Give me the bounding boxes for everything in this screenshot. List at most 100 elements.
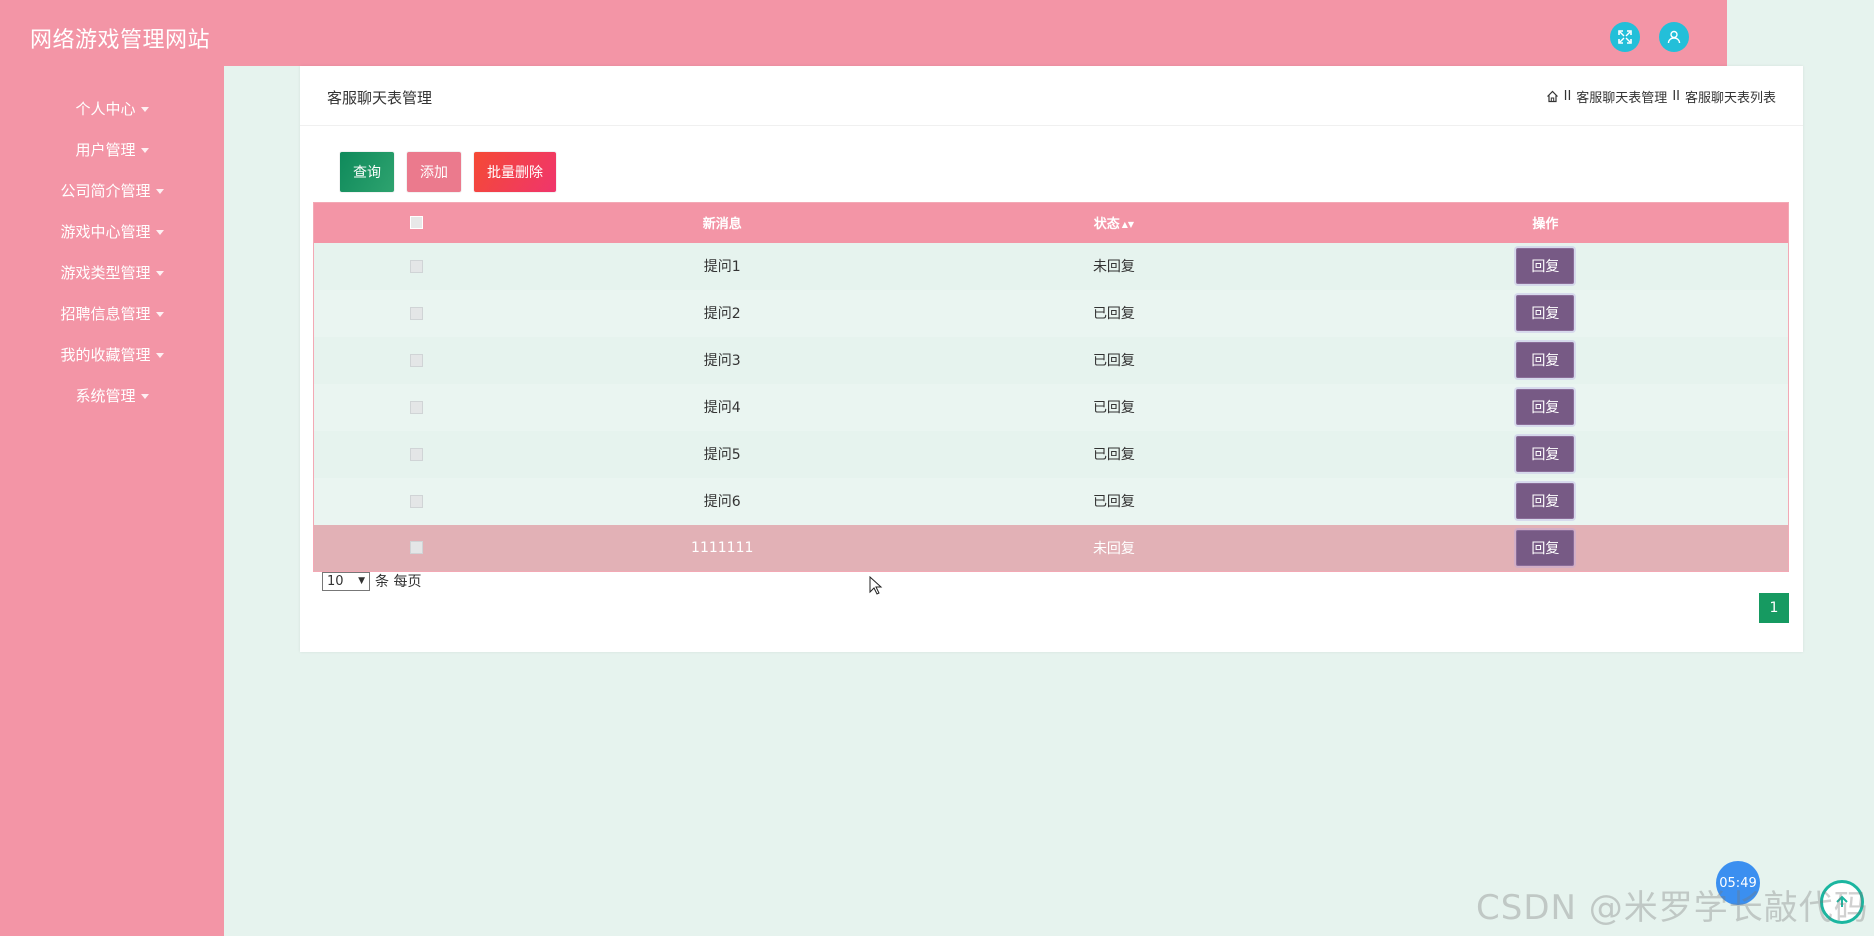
- reply-button[interactable]: 回复: [1516, 436, 1575, 472]
- sidebar-item-personal-center[interactable]: 个人中心: [0, 89, 224, 130]
- toolbar: 查询 添加 批量删除: [340, 152, 556, 192]
- message-cell: 提问3: [519, 336, 926, 384]
- row-checkbox[interactable]: [410, 353, 424, 367]
- status-cell: 已回复: [925, 430, 1303, 478]
- sidebar-menu: 个人中心 用户管理 公司简介管理 游戏中心管理 游戏类型管理 招聘信息管理 我的…: [0, 66, 224, 417]
- table-row: 提问5 已回复 回复: [313, 430, 1789, 478]
- table-row: 提问1 未回复 回复: [313, 242, 1789, 290]
- sidebar-item-label: 个人中心: [75, 100, 136, 118]
- select-all-checkbox[interactable]: [410, 216, 424, 230]
- operation-cell: 回复: [1302, 524, 1789, 572]
- dropdown-arrow-icon: ▼: [358, 576, 365, 586]
- row-checkbox-cell: [313, 242, 520, 290]
- row-checkbox-cell: [313, 289, 520, 337]
- clock-badge: 05:49: [1716, 861, 1760, 905]
- arrow-up-icon: [1836, 895, 1848, 907]
- bulk-delete-button[interactable]: 批量删除: [474, 152, 556, 192]
- row-checkbox-cell: [313, 477, 520, 525]
- sidebar-item-user-management[interactable]: 用户管理: [0, 130, 224, 171]
- page-title: 客服聊天表管理: [327, 89, 433, 107]
- content-card: 客服聊天表管理 II 客服聊天表管理 II 客服聊天表列表 查询 添加 批量删除…: [300, 66, 1803, 652]
- reply-button[interactable]: 回复: [1516, 295, 1575, 331]
- table-header-row: 新消息 状态 ▲▼ 操作: [313, 202, 1789, 243]
- user-icon[interactable]: [1659, 22, 1689, 52]
- top-bar: 网络游戏管理网站: [0, 0, 1727, 66]
- caret-down-icon: [140, 107, 149, 112]
- site-title: 网络游戏管理网站: [30, 28, 211, 53]
- status-cell: 已回复: [925, 383, 1303, 431]
- table-row: 提问6 已回复 回复: [313, 477, 1789, 525]
- operation-cell: 回复: [1302, 336, 1789, 384]
- reply-button[interactable]: 回复: [1516, 389, 1575, 425]
- status-cell: 已回复: [925, 477, 1303, 525]
- fullscreen-icon-glyph: [1618, 30, 1632, 44]
- sidebar-item-recruitment[interactable]: 招聘信息管理: [0, 294, 224, 335]
- column-header-status[interactable]: 状态 ▲▼: [925, 202, 1303, 243]
- message-cell: 提问5: [519, 430, 926, 478]
- card-header: 客服聊天表管理 II 客服聊天表管理 II 客服聊天表列表: [300, 66, 1803, 126]
- reply-button[interactable]: 回复: [1516, 483, 1575, 519]
- chat-table: 新消息 状态 ▲▼ 操作 提问1 未回复 回复 提问2 已回复 回复 提问3 已回…: [313, 202, 1789, 572]
- row-checkbox[interactable]: [410, 541, 424, 555]
- breadcrumb-item[interactable]: 客服聊天表管理: [1576, 87, 1667, 106]
- operation-cell: 回复: [1302, 383, 1789, 431]
- row-checkbox-cell: [313, 430, 520, 478]
- sidebar-item-label: 游戏中心管理: [60, 223, 151, 241]
- caret-down-icon: [155, 271, 164, 276]
- caret-down-icon: [140, 148, 149, 153]
- row-checkbox[interactable]: [410, 494, 424, 508]
- status-cell: 已回复: [925, 336, 1303, 384]
- operation-cell: 回复: [1302, 430, 1789, 478]
- caret-down-icon: [140, 394, 149, 399]
- table-row: 提问4 已回复 回复: [313, 383, 1789, 431]
- back-to-top-button[interactable]: [1820, 880, 1864, 924]
- row-checkbox[interactable]: [410, 447, 424, 461]
- table-row-hovered: 1111111 未回复 回复: [313, 524, 1789, 572]
- message-cell: 提问6: [519, 477, 926, 525]
- table-row: 提问2 已回复 回复: [313, 289, 1789, 337]
- breadcrumb-separator: II: [1563, 89, 1572, 104]
- sidebar-item-label: 我的收藏管理: [60, 346, 151, 364]
- sidebar-item-system[interactable]: 系统管理: [0, 376, 224, 417]
- sidebar-item-game-center[interactable]: 游戏中心管理: [0, 212, 224, 253]
- home-icon[interactable]: [1546, 90, 1559, 103]
- caret-down-icon: [155, 353, 164, 358]
- message-cell: 提问2: [519, 289, 926, 337]
- reply-button[interactable]: 回复: [1516, 529, 1575, 566]
- user-icon-glyph: [1667, 30, 1681, 44]
- page-size-select[interactable]: 10 ▼: [322, 571, 370, 591]
- breadcrumb-separator: II: [1672, 89, 1680, 104]
- caret-down-icon: [155, 189, 164, 194]
- column-header-status-label: 状态: [1093, 217, 1120, 233]
- sidebar-item-favorites[interactable]: 我的收藏管理: [0, 335, 224, 376]
- add-button[interactable]: 添加: [407, 152, 461, 192]
- message-cell: 提问4: [519, 383, 926, 431]
- search-button[interactable]: 查询: [340, 152, 394, 192]
- page-number-current[interactable]: 1: [1759, 593, 1789, 623]
- reply-button[interactable]: 回复: [1516, 342, 1575, 378]
- select-all-header: [313, 202, 520, 243]
- breadcrumb: II 客服聊天表管理 II 客服聊天表列表: [1546, 87, 1776, 106]
- row-checkbox-cell: [313, 336, 520, 384]
- column-header-message: 新消息: [519, 202, 926, 243]
- fullscreen-icon[interactable]: [1610, 22, 1640, 52]
- row-checkbox[interactable]: [410, 259, 424, 273]
- row-checkbox[interactable]: [410, 306, 424, 320]
- watermark: CSDN @米罗学长敲代码: [1476, 888, 1869, 928]
- caret-down-icon: [155, 312, 164, 317]
- message-cell: 1111111: [519, 524, 926, 572]
- row-checkbox[interactable]: [410, 400, 424, 414]
- operation-cell: 回复: [1302, 289, 1789, 337]
- operation-cell: 回复: [1302, 242, 1789, 290]
- sidebar-item-label: 招聘信息管理: [60, 305, 151, 323]
- sidebar: 个人中心 用户管理 公司简介管理 游戏中心管理 游戏类型管理 招聘信息管理 我的…: [0, 66, 224, 936]
- page-size-control: 10 ▼ 条 每页: [322, 571, 421, 591]
- column-header-operation: 操作: [1302, 202, 1789, 243]
- sort-icon[interactable]: ▲▼: [1122, 220, 1134, 229]
- sidebar-item-game-type[interactable]: 游戏类型管理: [0, 253, 224, 294]
- sidebar-item-label: 游戏类型管理: [60, 264, 151, 282]
- sidebar-item-label: 公司简介管理: [60, 182, 151, 200]
- sidebar-item-company-intro[interactable]: 公司简介管理: [0, 171, 224, 212]
- row-checkbox-cell: [313, 524, 520, 572]
- reply-button[interactable]: 回复: [1516, 248, 1575, 284]
